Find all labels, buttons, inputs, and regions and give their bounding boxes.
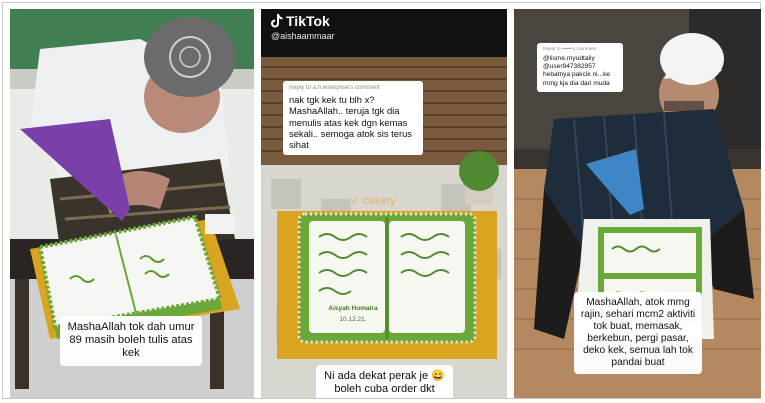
cake-date-writing: 10.12.21. bbox=[339, 316, 367, 323]
right-comment-bubble: Reply to ••••••'s comment @lisme.myudtal… bbox=[537, 43, 623, 92]
tiktok-wordmark: TikTok bbox=[286, 13, 330, 29]
right-comment-text: @lisme.myudtaliy @user947382957 hebatnya… bbox=[543, 54, 611, 87]
svg-text:✓ cakery: ✓ cakery bbox=[351, 195, 396, 207]
tiktok-logo: TikTok bbox=[271, 13, 335, 29]
photo-panel-left: MashaAllah tok dah umur 89 masih boleh t… bbox=[10, 9, 254, 398]
photo-panel-right: Reply to ••••••'s comment @lisme.myudtal… bbox=[514, 9, 761, 398]
right-comment-header: Reply to ••••••'s comment bbox=[543, 47, 597, 52]
middle-photo: ✓ cakery bbox=[261, 9, 507, 398]
tiktok-note-icon bbox=[271, 14, 283, 28]
middle-comment-header: Reply to a.h.enterprise's comment bbox=[289, 85, 380, 91]
image-frame: MashaAllah tok dah umur 89 masih boleh t… bbox=[2, 2, 761, 399]
left-caption: MashaAllah tok dah umur 89 masih boleh t… bbox=[60, 316, 202, 366]
middle-caption: Ni ada dekat perak je 😄 boleh cuba order… bbox=[316, 365, 453, 398]
cake-name-writing: Aisyah Humaira bbox=[328, 305, 378, 312]
middle-comment-text: nak tgk kek tu blh x? MashaAllah.. teruj… bbox=[289, 94, 412, 151]
tiktok-username: @aishaammaar bbox=[271, 31, 335, 41]
photo-panel-middle: ✓ cakery TikTok @aishaammaar Reply to a.… bbox=[261, 9, 507, 398]
middle-comment-bubble: Reply to a.h.enterprise's comment nak tg… bbox=[283, 81, 423, 155]
right-caption: MashaAllah, atok mmg rajin, sehari mcm2 … bbox=[574, 292, 702, 375]
tiktok-watermark: TikTok @aishaammaar bbox=[271, 13, 335, 41]
